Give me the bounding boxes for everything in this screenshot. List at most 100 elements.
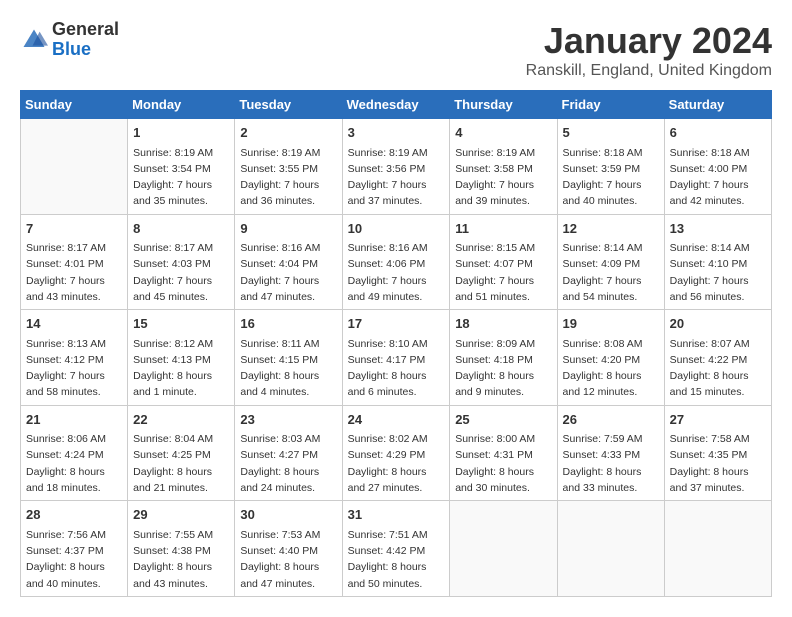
col-tuesday: Tuesday xyxy=(235,91,342,119)
table-row: 10Sunrise: 8:16 AMSunset: 4:06 PMDayligh… xyxy=(342,214,450,310)
day-info: Sunrise: 8:14 AMSunset: 4:09 PMDaylight:… xyxy=(563,240,659,305)
day-info: Sunrise: 8:16 AMSunset: 4:04 PMDaylight:… xyxy=(240,240,336,305)
day-number: 31 xyxy=(348,505,445,525)
table-row: 21Sunrise: 8:06 AMSunset: 4:24 PMDayligh… xyxy=(21,405,128,501)
day-number: 30 xyxy=(240,505,336,525)
table-row xyxy=(450,501,557,597)
day-info: Sunrise: 8:08 AMSunset: 4:20 PMDaylight:… xyxy=(563,336,659,401)
header: General Blue January 2024 Ranskill, Engl… xyxy=(20,20,772,80)
logo-text: General Blue xyxy=(52,20,119,60)
day-number: 24 xyxy=(348,410,445,430)
table-row: 11Sunrise: 8:15 AMSunset: 4:07 PMDayligh… xyxy=(450,214,557,310)
table-row: 14Sunrise: 8:13 AMSunset: 4:12 PMDayligh… xyxy=(21,310,128,406)
table-row: 23Sunrise: 8:03 AMSunset: 4:27 PMDayligh… xyxy=(235,405,342,501)
col-wednesday: Wednesday xyxy=(342,91,450,119)
calendar-header-row: Sunday Monday Tuesday Wednesday Thursday… xyxy=(21,91,772,119)
day-number: 14 xyxy=(26,314,122,334)
day-number: 3 xyxy=(348,123,445,143)
table-row: 9Sunrise: 8:16 AMSunset: 4:04 PMDaylight… xyxy=(235,214,342,310)
day-number: 7 xyxy=(26,219,122,239)
day-number: 2 xyxy=(240,123,336,143)
logo: General Blue xyxy=(20,20,119,60)
day-info: Sunrise: 8:19 AMSunset: 3:58 PMDaylight:… xyxy=(455,145,551,210)
calendar-table: Sunday Monday Tuesday Wednesday Thursday… xyxy=(20,90,772,597)
day-info: Sunrise: 8:19 AMSunset: 3:55 PMDaylight:… xyxy=(240,145,336,210)
day-info: Sunrise: 8:04 AMSunset: 4:25 PMDaylight:… xyxy=(133,431,229,496)
table-row xyxy=(664,501,771,597)
logo-blue: Blue xyxy=(52,39,91,59)
day-number: 22 xyxy=(133,410,229,430)
day-number: 27 xyxy=(670,410,766,430)
day-info: Sunrise: 8:19 AMSunset: 3:54 PMDaylight:… xyxy=(133,145,229,210)
day-info: Sunrise: 8:02 AMSunset: 4:29 PMDaylight:… xyxy=(348,431,445,496)
day-number: 8 xyxy=(133,219,229,239)
table-row: 12Sunrise: 8:14 AMSunset: 4:09 PMDayligh… xyxy=(557,214,664,310)
day-info: Sunrise: 7:59 AMSunset: 4:33 PMDaylight:… xyxy=(563,431,659,496)
day-info: Sunrise: 8:14 AMSunset: 4:10 PMDaylight:… xyxy=(670,240,766,305)
day-info: Sunrise: 8:16 AMSunset: 4:06 PMDaylight:… xyxy=(348,240,445,305)
table-row: 1Sunrise: 8:19 AMSunset: 3:54 PMDaylight… xyxy=(128,119,235,215)
page-wrapper: General Blue January 2024 Ranskill, Engl… xyxy=(20,20,772,597)
table-row: 2Sunrise: 8:19 AMSunset: 3:55 PMDaylight… xyxy=(235,119,342,215)
table-row: 15Sunrise: 8:12 AMSunset: 4:13 PMDayligh… xyxy=(128,310,235,406)
day-number: 9 xyxy=(240,219,336,239)
day-number: 28 xyxy=(26,505,122,525)
day-info: Sunrise: 8:00 AMSunset: 4:31 PMDaylight:… xyxy=(455,431,551,496)
table-row: 13Sunrise: 8:14 AMSunset: 4:10 PMDayligh… xyxy=(664,214,771,310)
col-sunday: Sunday xyxy=(21,91,128,119)
day-info: Sunrise: 8:06 AMSunset: 4:24 PMDaylight:… xyxy=(26,431,122,496)
day-number: 20 xyxy=(670,314,766,334)
calendar-week-row: 14Sunrise: 8:13 AMSunset: 4:12 PMDayligh… xyxy=(21,310,772,406)
day-info: Sunrise: 8:10 AMSunset: 4:17 PMDaylight:… xyxy=(348,336,445,401)
day-number: 5 xyxy=(563,123,659,143)
table-row: 26Sunrise: 7:59 AMSunset: 4:33 PMDayligh… xyxy=(557,405,664,501)
col-saturday: Saturday xyxy=(664,91,771,119)
col-monday: Monday xyxy=(128,91,235,119)
day-info: Sunrise: 8:03 AMSunset: 4:27 PMDaylight:… xyxy=(240,431,336,496)
day-info: Sunrise: 7:58 AMSunset: 4:35 PMDaylight:… xyxy=(670,431,766,496)
title-block: January 2024 Ranskill, England, United K… xyxy=(526,20,772,80)
day-info: Sunrise: 7:55 AMSunset: 4:38 PMDaylight:… xyxy=(133,527,229,592)
table-row: 27Sunrise: 7:58 AMSunset: 4:35 PMDayligh… xyxy=(664,405,771,501)
day-info: Sunrise: 8:18 AMSunset: 4:00 PMDaylight:… xyxy=(670,145,766,210)
calendar-week-row: 7Sunrise: 8:17 AMSunset: 4:01 PMDaylight… xyxy=(21,214,772,310)
month-title: January 2024 xyxy=(526,20,772,62)
day-number: 19 xyxy=(563,314,659,334)
calendar-week-row: 28Sunrise: 7:56 AMSunset: 4:37 PMDayligh… xyxy=(21,501,772,597)
table-row: 28Sunrise: 7:56 AMSunset: 4:37 PMDayligh… xyxy=(21,501,128,597)
day-info: Sunrise: 8:17 AMSunset: 4:01 PMDaylight:… xyxy=(26,240,122,305)
col-thursday: Thursday xyxy=(450,91,557,119)
table-row: 20Sunrise: 8:07 AMSunset: 4:22 PMDayligh… xyxy=(664,310,771,406)
day-number: 23 xyxy=(240,410,336,430)
table-row: 17Sunrise: 8:10 AMSunset: 4:17 PMDayligh… xyxy=(342,310,450,406)
day-info: Sunrise: 8:19 AMSunset: 3:56 PMDaylight:… xyxy=(348,145,445,210)
day-number: 13 xyxy=(670,219,766,239)
table-row: 6Sunrise: 8:18 AMSunset: 4:00 PMDaylight… xyxy=(664,119,771,215)
table-row: 7Sunrise: 8:17 AMSunset: 4:01 PMDaylight… xyxy=(21,214,128,310)
day-number: 10 xyxy=(348,219,445,239)
day-number: 29 xyxy=(133,505,229,525)
day-number: 6 xyxy=(670,123,766,143)
table-row: 16Sunrise: 8:11 AMSunset: 4:15 PMDayligh… xyxy=(235,310,342,406)
day-number: 26 xyxy=(563,410,659,430)
day-info: Sunrise: 7:51 AMSunset: 4:42 PMDaylight:… xyxy=(348,527,445,592)
day-number: 11 xyxy=(455,219,551,239)
day-info: Sunrise: 8:12 AMSunset: 4:13 PMDaylight:… xyxy=(133,336,229,401)
day-number: 1 xyxy=(133,123,229,143)
logo-icon xyxy=(20,26,48,54)
table-row: 31Sunrise: 7:51 AMSunset: 4:42 PMDayligh… xyxy=(342,501,450,597)
day-info: Sunrise: 8:11 AMSunset: 4:15 PMDaylight:… xyxy=(240,336,336,401)
day-number: 18 xyxy=(455,314,551,334)
table-row: 19Sunrise: 8:08 AMSunset: 4:20 PMDayligh… xyxy=(557,310,664,406)
table-row: 25Sunrise: 8:00 AMSunset: 4:31 PMDayligh… xyxy=(450,405,557,501)
day-number: 4 xyxy=(455,123,551,143)
day-number: 21 xyxy=(26,410,122,430)
table-row: 30Sunrise: 7:53 AMSunset: 4:40 PMDayligh… xyxy=(235,501,342,597)
table-row: 5Sunrise: 8:18 AMSunset: 3:59 PMDaylight… xyxy=(557,119,664,215)
table-row: 29Sunrise: 7:55 AMSunset: 4:38 PMDayligh… xyxy=(128,501,235,597)
calendar-week-row: 1Sunrise: 8:19 AMSunset: 3:54 PMDaylight… xyxy=(21,119,772,215)
table-row: 4Sunrise: 8:19 AMSunset: 3:58 PMDaylight… xyxy=(450,119,557,215)
day-info: Sunrise: 7:56 AMSunset: 4:37 PMDaylight:… xyxy=(26,527,122,592)
day-info: Sunrise: 8:15 AMSunset: 4:07 PMDaylight:… xyxy=(455,240,551,305)
day-number: 15 xyxy=(133,314,229,334)
